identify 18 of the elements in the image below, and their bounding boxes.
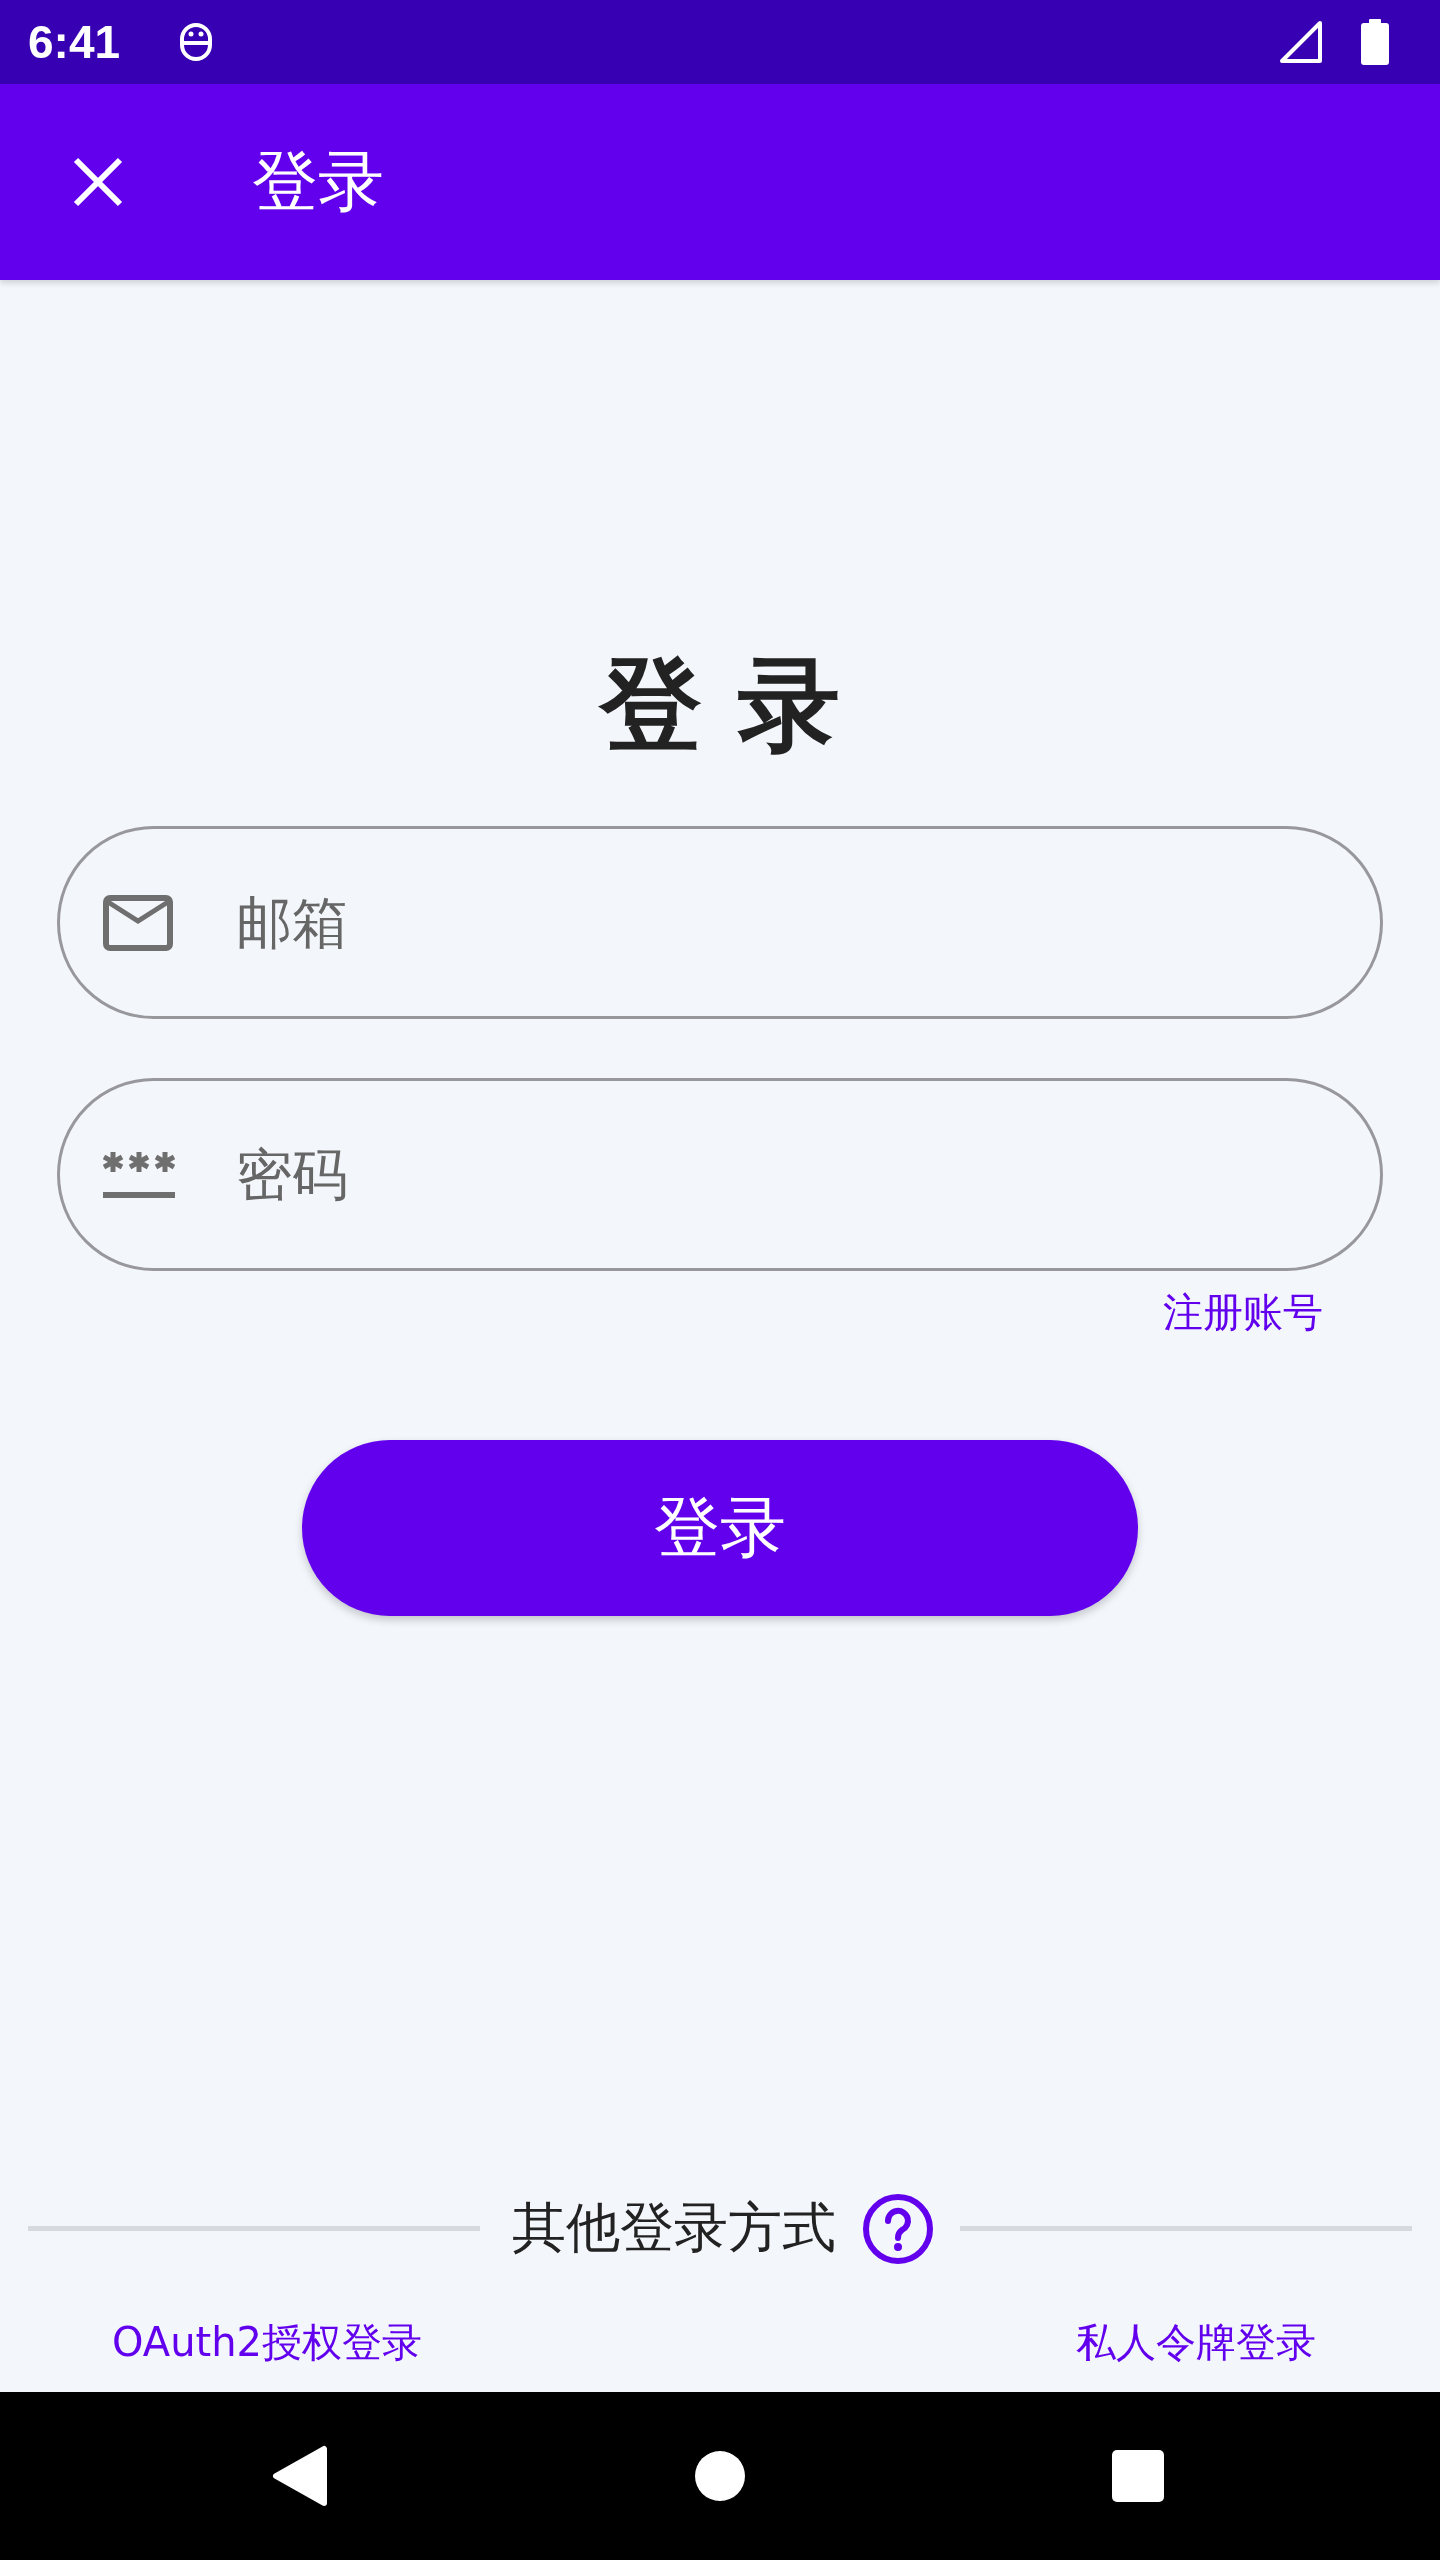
other-methods-label: 其他登录方式 xyxy=(512,2195,836,2261)
envelope-icon xyxy=(103,894,173,951)
back-icon[interactable] xyxy=(272,2445,328,2507)
login-method-link[interactable]: OAuth2授权登录 xyxy=(112,2315,422,2370)
email-field[interactable]: 邮箱 xyxy=(57,826,1383,1020)
password-icon xyxy=(103,1149,175,1200)
login-button[interactable]: 登录 xyxy=(302,1440,1138,1617)
password-field[interactable]: 密码 xyxy=(57,1078,1383,1272)
home-icon[interactable] xyxy=(695,2451,745,2501)
signal-icon xyxy=(1278,19,1324,65)
register-link[interactable]: 注册账号 xyxy=(1163,1285,1323,1341)
login-method-link[interactable]: 私人令牌登录 xyxy=(1076,2315,1316,2370)
battery-icon xyxy=(1360,19,1390,65)
status-time: 6:41 xyxy=(28,15,121,69)
help-icon[interactable] xyxy=(862,2192,934,2265)
login-heading: 登 录 xyxy=(600,644,840,766)
app-bar-title: 登录 xyxy=(252,142,384,222)
close-icon xyxy=(72,156,124,208)
